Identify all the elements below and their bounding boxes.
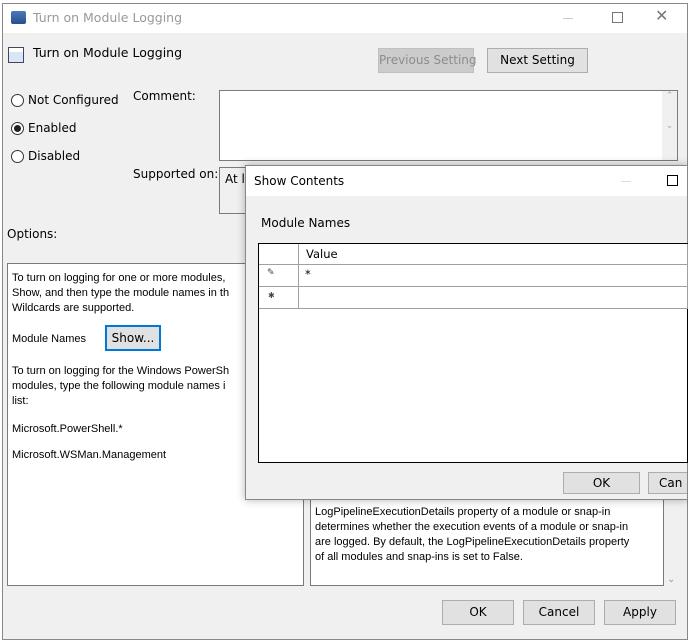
next-setting-button[interactable]: Next Setting bbox=[487, 48, 588, 73]
app-icon bbox=[11, 11, 26, 24]
minimize-icon[interactable] bbox=[621, 181, 631, 182]
dialog-ok-button[interactable]: OK bbox=[563, 472, 640, 494]
dialog-title-bar: Show Contents bbox=[246, 166, 687, 196]
pencil-icon: ✎ bbox=[259, 265, 299, 287]
window-title: Turn on Module Logging bbox=[33, 10, 183, 25]
text-line: are logged. By default, the LogPipelineE… bbox=[315, 536, 630, 548]
radio-circle[interactable] bbox=[11, 93, 24, 107]
new-row-icon: ✱ bbox=[259, 287, 299, 309]
text-line: list: bbox=[12, 395, 29, 407]
minimize-icon[interactable] bbox=[563, 18, 573, 19]
comment-label: Comment: bbox=[133, 89, 196, 103]
maximize-icon[interactable] bbox=[612, 12, 623, 23]
apply-button[interactable]: Apply bbox=[604, 600, 676, 625]
column-header-value[interactable]: Value bbox=[299, 244, 688, 265]
ok-button[interactable]: OK bbox=[442, 600, 514, 625]
text-line: LogPipelineExecutionDetails property of … bbox=[315, 506, 611, 518]
policy-icon bbox=[8, 47, 24, 63]
text-line: To turn on logging for the Windows Power… bbox=[12, 365, 230, 377]
text-line: modules, type the following module names… bbox=[12, 380, 226, 392]
radio-label: Enabled bbox=[28, 121, 77, 135]
dialog-cancel-button[interactable]: Can bbox=[648, 472, 687, 494]
policy-title: Turn on Module Logging bbox=[33, 45, 183, 60]
module-example-2: Microsoft.WSMan.Management bbox=[12, 449, 167, 461]
grid-cell-value[interactable]: * bbox=[299, 265, 688, 287]
module-names-heading: Module Names bbox=[261, 216, 351, 230]
options-windows-text: To turn on logging for the Windows Power… bbox=[12, 364, 229, 409]
dialog-title: Show Contents bbox=[254, 174, 345, 188]
radio-not-configured[interactable]: Not Configured bbox=[11, 93, 119, 107]
radio-label: Disabled bbox=[28, 149, 81, 163]
text-line: Show, and then type the module names in … bbox=[12, 287, 230, 299]
row-header-corner bbox=[259, 244, 299, 265]
radio-circle[interactable] bbox=[11, 149, 24, 163]
options-label: Options: bbox=[7, 227, 58, 241]
radio-enabled[interactable]: Enabled bbox=[11, 121, 77, 135]
radio-circle[interactable] bbox=[11, 121, 24, 135]
help-text: LogPipelineExecutionDetails property of … bbox=[315, 505, 629, 565]
scrollbar[interactable]: ⌃ ⌄ bbox=[662, 91, 677, 160]
text-line: To turn on logging for one or more modul… bbox=[12, 272, 226, 284]
text-line: of all modules and snap-ins is set to Fa… bbox=[315, 551, 523, 563]
text-line: determines whether the execution events … bbox=[315, 521, 629, 533]
cancel-button[interactable]: Cancel bbox=[523, 600, 595, 625]
comment-textarea[interactable]: ⌃ ⌄ bbox=[219, 90, 678, 161]
show-contents-dialog: Show Contents Module Names Value ✎ * ✱ O… bbox=[245, 165, 688, 500]
grid-cell-value[interactable] bbox=[299, 287, 688, 309]
radio-label: Not Configured bbox=[28, 93, 119, 107]
title-bar: Turn on Module Logging ✕ bbox=[3, 4, 687, 33]
previous-setting-button[interactable]: Previous Setting bbox=[378, 48, 477, 73]
text-line: Wildcards are supported. bbox=[12, 302, 135, 314]
maximize-icon[interactable] bbox=[667, 175, 678, 186]
options-intro: To turn on logging for one or more modul… bbox=[12, 271, 229, 316]
radio-disabled[interactable]: Disabled bbox=[11, 149, 80, 163]
help-scroll-down-icon[interactable]: ⌄ bbox=[667, 574, 675, 585]
module-names-label: Module Names bbox=[12, 333, 86, 345]
show-button[interactable]: Show... bbox=[105, 325, 161, 351]
module-names-grid[interactable]: Value ✎ * ✱ bbox=[258, 243, 688, 463]
close-icon[interactable]: ✕ bbox=[655, 6, 668, 25]
supported-on-label: Supported on: bbox=[133, 167, 219, 181]
module-example-1: Microsoft.PowerShell.* bbox=[12, 423, 123, 435]
